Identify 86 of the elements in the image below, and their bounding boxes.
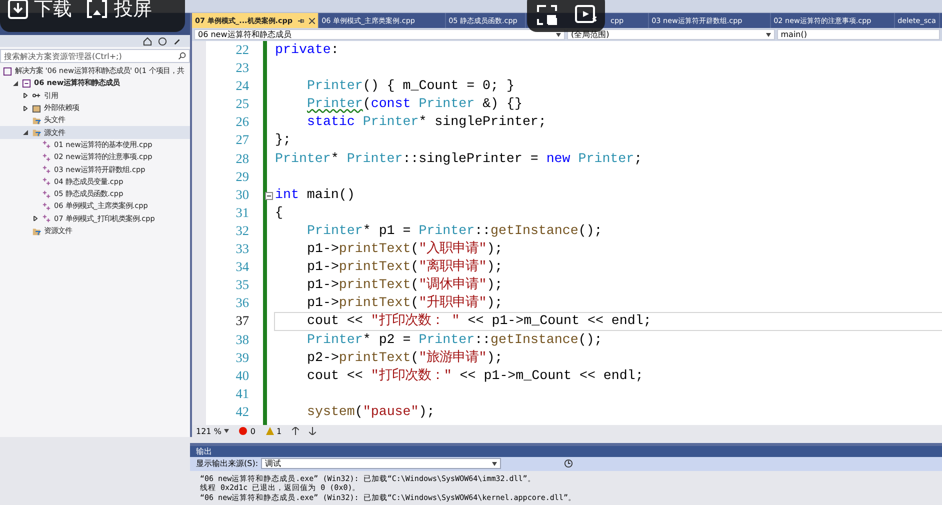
collapsed-arrow-icon[interactable] (23, 93, 28, 98)
line-number: 24 (236, 77, 249, 96)
code-line: Printer() { m_Count = 0; } (307, 77, 514, 96)
code-line: Printer* Printer::singlePrinter = new Printer; (275, 150, 642, 168)
folder-icon (32, 226, 41, 236)
folder-icon (32, 116, 41, 125)
line-number: 26 (236, 113, 249, 132)
scope-dropdown[interactable]: (全局范围) (566, 29, 775, 40)
output-source-label: 显示输出来源(S): (196, 458, 258, 470)
line-number: 31 (236, 204, 249, 222)
code-line: p1->printText("离职申请"); (307, 258, 503, 276)
line-number: 29 (236, 168, 249, 186)
line-number: 39 (236, 348, 249, 367)
member-dropdown[interactable]: main() (776, 29, 940, 40)
project-dropdown[interactable]: 06 new运算符和静态成员 (194, 29, 565, 40)
down-arrow-icon[interactable] (308, 427, 316, 435)
caret-icon (224, 429, 230, 433)
up-arrow-icon[interactable] (292, 427, 299, 435)
cpp-file-icon (42, 214, 51, 224)
warning-count: 1 (276, 426, 282, 436)
code-line: Printer* p1 = Printer::getInstance(); (307, 222, 602, 240)
line-number: 41 (236, 384, 249, 403)
clock-icon[interactable] (564, 459, 574, 468)
zoom-level[interactable]: 121 % (196, 426, 230, 436)
line-number: 27 (236, 131, 249, 150)
line-number: 35 (236, 276, 249, 294)
line-number: 40 (236, 366, 249, 385)
folder-icon (32, 128, 41, 138)
cpp-file-icon (42, 165, 51, 174)
code-line: system("pause"); (307, 402, 435, 421)
reference-icon (32, 91, 41, 100)
line-number: 32 (236, 222, 249, 240)
line-number: 33 (236, 240, 249, 258)
code-line: cout << "打印次数： " << p1->m_Count << endl; (307, 312, 652, 330)
cast-icon (86, 0, 108, 19)
cpp-file-icon (42, 140, 51, 150)
line-number: 23 (236, 59, 249, 78)
home-icon[interactable] (143, 36, 152, 46)
line-number: 42 (236, 402, 249, 421)
line-number: 30 (236, 186, 249, 204)
output-source-dropdown[interactable]: 调试 (261, 458, 502, 470)
pin-icon[interactable] (298, 18, 304, 24)
line-number: 36 (236, 294, 249, 312)
code-line: p1->printText("调休申请"); (307, 276, 503, 294)
cpp-file-icon (42, 202, 51, 211)
picture-in-picture-icon[interactable] (534, 3, 558, 27)
cpp-file-icon (42, 177, 51, 186)
line-number: 34 (236, 258, 249, 276)
output-panel-title: 输出 (190, 443, 942, 457)
collapsed-arrow-icon[interactable] (23, 106, 28, 111)
line-number: 28 (236, 150, 249, 168)
line-number: 38 (236, 330, 249, 348)
project-icon (22, 78, 31, 88)
download-icon (8, 0, 28, 19)
clock-icon[interactable] (158, 36, 167, 46)
code-line: }; (275, 131, 291, 150)
collapsed-arrow-icon[interactable] (33, 216, 38, 222)
code-line: static Printer* singlePrinter; (307, 113, 546, 132)
error-icon (239, 427, 248, 435)
code-line: { (275, 204, 283, 222)
search-field[interactable]: 搜索解决方案资源管理器(Ctrl+;) (0, 49, 190, 63)
code-line: Printer(const Printer &) {} (307, 95, 522, 114)
error-count: 0 (250, 426, 256, 436)
line-number: 25 (236, 95, 249, 114)
cpp-file-icon (42, 190, 51, 199)
code-line: p2->printText("旅游申请"); (307, 348, 503, 367)
warning-icon (266, 427, 274, 435)
code-line: p1->printText("升职申请"); (307, 294, 503, 312)
collapse-icon[interactable] (265, 192, 273, 200)
expanded-arrow-icon[interactable] (23, 130, 28, 136)
expanded-arrow-icon[interactable] (13, 80, 18, 86)
code-line: int main() (275, 186, 355, 204)
caret-icon (492, 462, 498, 466)
line-number: 22 (236, 41, 249, 59)
cpp-file-icon (42, 152, 51, 162)
code-line: p1->printText("入职申请"); (307, 240, 503, 258)
cast-button[interactable]: 投屏 (86, 0, 152, 22)
code-line: Printer* p2 = Printer::getInstance(); (307, 330, 602, 348)
close-icon[interactable] (308, 18, 315, 24)
search-icon (178, 52, 186, 60)
code-line: private: (275, 41, 339, 59)
caret-icon (766, 32, 771, 36)
line-number: 37 (236, 312, 249, 330)
code-line: cout << "打印次数：" << p1->m_Count << endl; (307, 366, 644, 385)
solution-icon (3, 66, 12, 76)
dependency-icon (32, 104, 41, 113)
